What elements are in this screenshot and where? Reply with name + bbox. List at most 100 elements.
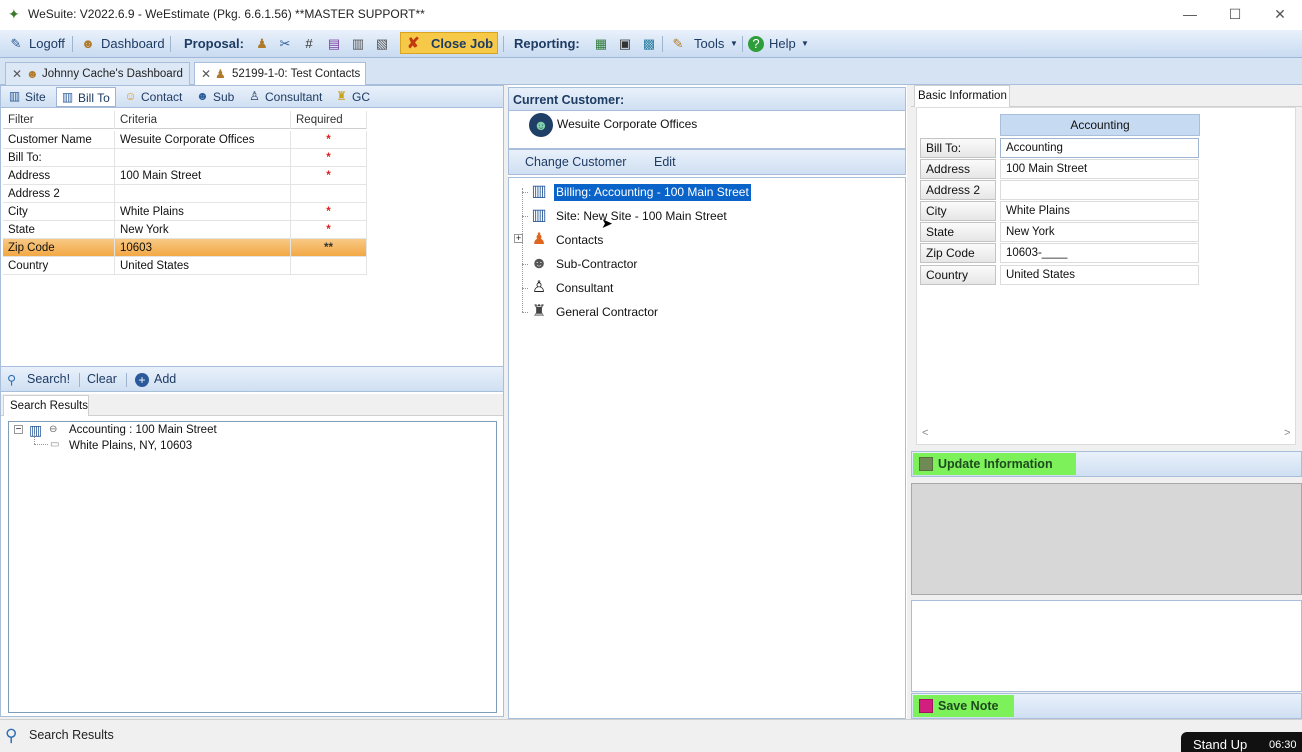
tools-dropdown-icon[interactable]: ▼ xyxy=(730,35,738,53)
close-tab-icon[interactable]: ✕ xyxy=(12,67,22,81)
close-job-button[interactable]: ✘ Close Job xyxy=(400,32,498,54)
filter-row[interactable]: State New York * xyxy=(3,221,367,239)
separator xyxy=(662,36,663,52)
tab-test-contacts[interactable]: ✕ ♟ 52199-1-0: Test Contacts xyxy=(194,62,366,85)
current-customer-header: Current Customer: xyxy=(508,87,906,111)
proposal-grid-icon[interactable]: # xyxy=(301,36,317,52)
zip-code-field[interactable]: 10603-____ xyxy=(1000,243,1199,263)
tree-node-label: Billing: Accounting - 100 Main Street xyxy=(554,184,751,201)
tree-node-general-contractor[interactable]: ♜ General Contractor xyxy=(528,301,728,323)
separator xyxy=(126,373,127,387)
field-label: Bill To: xyxy=(920,138,996,158)
close-tab-icon[interactable]: ✕ xyxy=(201,67,211,81)
criteria-input[interactable]: White Plains xyxy=(115,203,291,221)
logoff-icon[interactable]: ✎ xyxy=(8,36,24,52)
help-menu[interactable]: Help xyxy=(769,35,796,53)
tab-label: Basic Information xyxy=(918,90,1007,102)
expand-icon[interactable]: + xyxy=(514,234,523,243)
search-button[interactable]: Search! xyxy=(27,372,70,386)
required-marker: ** xyxy=(291,239,367,257)
criteria-input[interactable]: 100 Main Street xyxy=(115,167,291,185)
report-trend-icon[interactable]: ▣ xyxy=(617,36,633,52)
tab-contact[interactable]: ☺ Contact xyxy=(120,87,188,107)
change-customer-button[interactable]: Change Customer xyxy=(525,155,626,169)
filter-name: Address 2 xyxy=(3,185,115,203)
tools-menu[interactable]: Tools xyxy=(694,35,724,53)
tree-node-site[interactable]: ▥ Site: New Site - 100 Main Street xyxy=(528,205,788,227)
tree-node-label: Sub-Contractor xyxy=(556,257,638,271)
add-button[interactable]: Add xyxy=(154,372,176,386)
tree-node-subcontractor[interactable]: ☻ Sub-Contractor xyxy=(528,253,728,275)
tab-dashboard[interactable]: ✕ ☻ Johnny Cache's Dashboard xyxy=(5,62,190,85)
search-result-item[interactable]: Accounting : 100 Main Street xyxy=(69,424,217,436)
filter-row[interactable]: Address 2 xyxy=(3,185,367,203)
criteria-input[interactable]: Wesuite Corporate Offices xyxy=(115,131,291,149)
horizontal-scrollbar[interactable]: < > xyxy=(918,426,1294,442)
tree-node-billing[interactable]: ▥ Billing: Accounting - 100 Main Street xyxy=(528,181,788,203)
tree-node-consultant[interactable]: ♙ Consultant xyxy=(528,277,728,299)
tree-node-contacts[interactable]: ♟ Contacts xyxy=(528,229,728,251)
scroll-right-icon[interactable]: > xyxy=(1284,427,1290,439)
dashboard-button[interactable]: Dashboard xyxy=(101,35,165,53)
scroll-left-icon[interactable]: < xyxy=(922,427,928,439)
add-icon[interactable]: + xyxy=(135,373,149,387)
section-title: Current Customer: xyxy=(513,93,625,107)
criteria-input[interactable]: New York xyxy=(115,221,291,239)
column-header: Required xyxy=(291,111,367,129)
address-2-field[interactable] xyxy=(1000,180,1199,200)
criteria-input[interactable] xyxy=(115,185,291,203)
proposal-people-icon[interactable]: ♟ xyxy=(254,36,270,52)
state-field[interactable]: New York xyxy=(1000,222,1199,242)
tab-bill-to[interactable]: ▥ Bill To xyxy=(56,87,116,107)
proposal-list-icon[interactable]: ▤ xyxy=(326,36,342,52)
tab-consultant[interactable]: ♙ Consultant xyxy=(244,87,328,107)
filter-row-selected[interactable]: Zip Code 10603 ** xyxy=(3,239,367,257)
field-label: Country xyxy=(920,265,996,285)
column-header: Filter xyxy=(3,111,115,129)
save-note-button[interactable]: Save Note xyxy=(913,695,1014,717)
city-field[interactable]: White Plains xyxy=(1000,201,1199,221)
help-icon[interactable]: ? xyxy=(748,36,764,52)
tab-site[interactable]: ▥ Site xyxy=(4,87,52,107)
tree-line xyxy=(34,434,35,444)
edit-customer-button[interactable]: Edit xyxy=(654,155,676,169)
filter-row[interactable]: Customer Name Wesuite Corporate Offices … xyxy=(3,131,367,149)
address-field[interactable]: 100 Main Street xyxy=(1000,159,1199,179)
note-input[interactable] xyxy=(911,600,1302,692)
report-chart-icon[interactable]: ▦ xyxy=(593,36,609,52)
filter-row[interactable]: Address 100 Main Street * xyxy=(3,167,367,185)
proposal-clipboard-icon[interactable]: ▥ xyxy=(350,36,366,52)
criteria-input[interactable]: United States xyxy=(115,257,291,275)
criteria-input[interactable] xyxy=(115,149,291,167)
tab-basic-information[interactable]: Basic Information xyxy=(914,85,1010,107)
wrench-icon[interactable]: ✎ xyxy=(670,36,686,52)
filter-row[interactable]: Bill To: * xyxy=(3,149,367,167)
minimize-button[interactable]: — xyxy=(1170,3,1210,25)
logoff-button[interactable]: Logoff xyxy=(29,35,65,53)
tab-gc[interactable]: ♜ GC xyxy=(331,87,375,107)
maximize-button[interactable]: ☐ xyxy=(1215,3,1255,25)
report-map-icon[interactable]: ▩ xyxy=(641,36,657,52)
help-dropdown-icon[interactable]: ▼ xyxy=(801,35,809,53)
search-icon[interactable]: ⚲ xyxy=(7,372,16,387)
country-field[interactable]: United States xyxy=(1000,265,1199,285)
proposal-document-icon[interactable]: ▧ xyxy=(374,36,390,52)
search-result-child[interactable]: White Plains, NY, 10603 xyxy=(69,440,192,452)
filter-row[interactable]: Country United States xyxy=(3,257,367,275)
search-icon: ⚲ xyxy=(5,726,18,745)
meeting-overlay[interactable]: Stand Up 06:30 xyxy=(1181,732,1302,752)
dashboard-icon[interactable]: ☻ xyxy=(80,36,96,52)
button-label: Update Information xyxy=(938,457,1053,471)
close-window-button[interactable]: ✕ xyxy=(1260,3,1300,25)
collapse-icon[interactable]: − xyxy=(14,425,23,435)
job-icon: ♟ xyxy=(215,67,226,81)
tab-search-results[interactable]: Search Results xyxy=(3,395,89,416)
proposal-tools-icon[interactable]: ✂ xyxy=(277,36,293,52)
bill-to-field[interactable]: Accounting xyxy=(1000,138,1199,158)
tab-sub[interactable]: ☻ Sub xyxy=(192,87,242,107)
filter-row[interactable]: City White Plains * xyxy=(3,203,367,221)
consultant-icon: ♙ xyxy=(531,279,547,296)
criteria-input[interactable]: 10603 xyxy=(115,239,291,257)
clear-button[interactable]: Clear xyxy=(87,372,117,386)
update-information-button[interactable]: Update Information xyxy=(913,453,1076,475)
